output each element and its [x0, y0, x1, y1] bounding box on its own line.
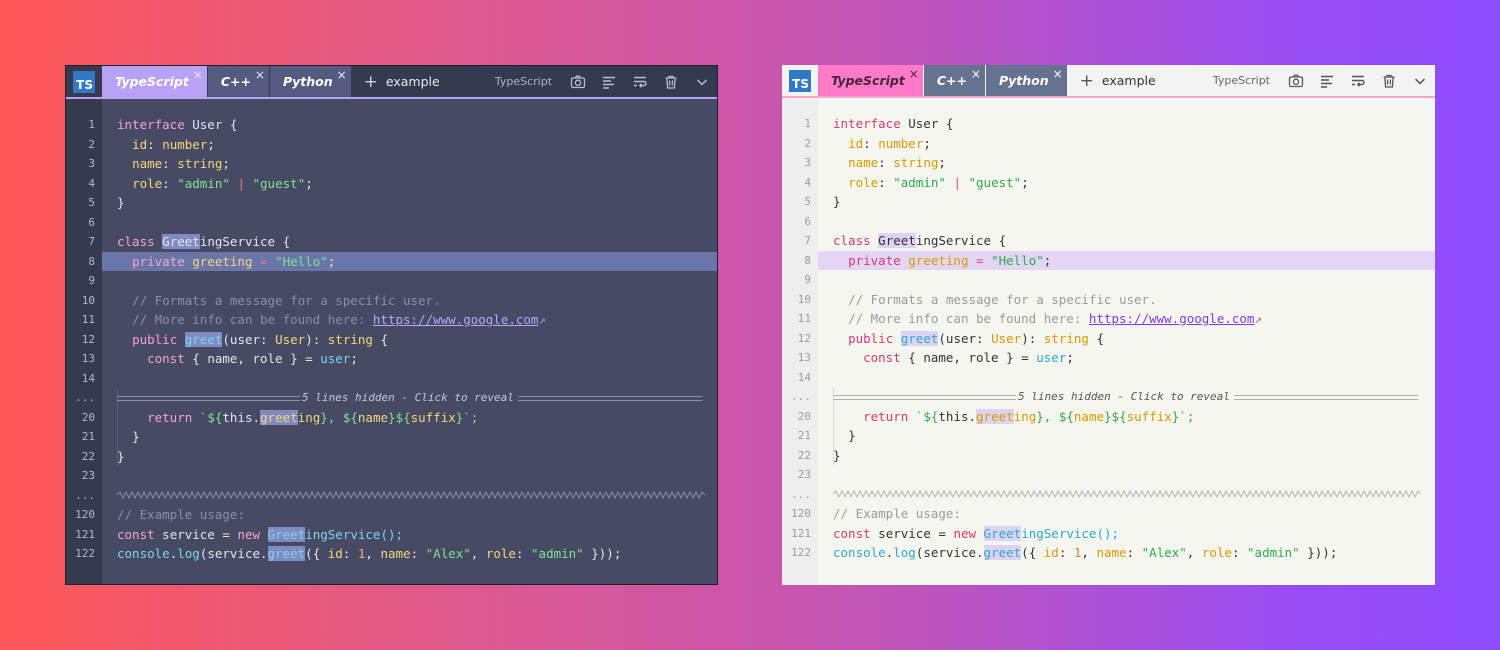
language-label[interactable]: TypeScript: [495, 66, 562, 97]
wrap-icon[interactable]: [624, 66, 655, 97]
camera-icon[interactable]: [562, 66, 593, 97]
code-line: 11 // More info can be found here: https…: [81, 312, 546, 327]
tab-name-label[interactable]: example: [386, 66, 440, 97]
editor-dark: TS TypeScript × C++ × Python × + example Ty…: [65, 65, 718, 585]
code-link[interactable]: https://www.google.com: [1089, 311, 1255, 326]
close-icon[interactable]: ×: [1053, 67, 1063, 81]
tab-typescript[interactable]: TypeScript ×: [818, 65, 924, 96]
format-icon[interactable]: [1311, 65, 1342, 96]
code-line: 23: [81, 469, 95, 482]
code-line: 12 public greet(user: User): string {: [81, 331, 388, 347]
code-line: 20 return `${this.greeting}, ${name}${su…: [797, 408, 1195, 424]
code-line: 13 const { name, role } = user;: [81, 351, 358, 366]
code-area[interactable]: 1 interface User { 2 id: number; 3 name: …: [66, 115, 717, 564]
tab-python[interactable]: Python ×: [985, 65, 1068, 96]
code-line: 9: [804, 273, 811, 286]
wavy-divider: [117, 490, 705, 499]
code-line-highlighted: 8 private greeting = "Hello";: [66, 251, 717, 271]
tab-cpp[interactable]: C++ ×: [923, 65, 986, 96]
code-line: 21 }: [797, 428, 856, 443]
code-line: 5}: [804, 194, 841, 209]
code-line: 22}: [797, 447, 841, 463]
trash-icon[interactable]: [1373, 65, 1404, 96]
code-line: 14: [797, 370, 811, 384]
external-link-icon: ↗: [538, 312, 546, 327]
code-line: 11 // More info can be found here: https…: [797, 311, 1262, 326]
format-icon[interactable]: [593, 66, 624, 97]
code-line: 1 interface User {: [88, 117, 238, 132]
code-line: 122 console.log(service.greet({ id: 1, na…: [791, 545, 1338, 560]
wavy-divider: [833, 489, 1421, 498]
code-line: 122 console.log(service.greet({ id: 1, na…: [75, 546, 622, 561]
code-line: 5}: [88, 195, 125, 210]
chevron-down-icon[interactable]: [1404, 65, 1435, 96]
close-icon[interactable]: ×: [255, 68, 265, 82]
code-line: 6: [88, 215, 95, 229]
wrap-icon[interactable]: [1342, 65, 1373, 96]
code-line: 2 id: number;: [88, 136, 215, 152]
close-icon[interactable]: ×: [337, 68, 347, 82]
add-tab-button[interactable]: +: [1068, 65, 1102, 96]
code-line: 4 role: "admin" | "guest";: [88, 175, 313, 191]
code-line: 7 class GreetingService {: [88, 234, 291, 249]
code-line: 7 class GreetingService {: [804, 233, 1007, 248]
code-line: 4 role: "admin" | "guest";: [804, 174, 1029, 190]
close-icon[interactable]: ×: [193, 68, 203, 82]
tab-bar: TS TypeScript × C++ × Python × + example Ty…: [782, 65, 1435, 98]
fold-placeholder[interactable]: ... 5 lines hidden - Click to reveal: [782, 387, 1435, 407]
typescript-logo-icon: TS: [782, 65, 818, 96]
code-line: 3 name: string;: [88, 156, 230, 171]
code-line: 120// Example usage:: [75, 507, 245, 522]
code-line-highlighted: 8 private greeting = "Hello";: [782, 250, 1435, 270]
close-icon[interactable]: ×: [971, 67, 981, 81]
code-line: 10 // Formats a message for a specific u…: [797, 291, 1157, 307]
fold-collapsed-marker[interactable]: ...: [66, 486, 717, 506]
close-icon[interactable]: ×: [909, 67, 919, 81]
tab-typescript[interactable]: TypeScript ×: [102, 66, 208, 97]
code-line: 12 public greet(user: User): string {: [797, 330, 1104, 346]
fold-collapsed-marker[interactable]: ...: [782, 485, 1435, 505]
trash-icon[interactable]: [655, 66, 686, 97]
tab-cpp[interactable]: C++ ×: [207, 66, 270, 97]
camera-icon[interactable]: [1280, 65, 1311, 96]
code-line: 23: [797, 468, 811, 481]
code-line: 10 // Formats a message for a specific u…: [81, 292, 441, 308]
code-line: 13 const { name, role } = user;: [797, 350, 1074, 365]
external-link-icon: ↗: [1254, 311, 1262, 326]
code-area[interactable]: 1 interface User { 2 id: number; 3 name: …: [782, 114, 1435, 563]
tab-name-label[interactable]: example: [1102, 65, 1156, 96]
code-link[interactable]: https://www.google.com: [373, 312, 539, 327]
code-line: 6: [804, 214, 811, 228]
fold-placeholder[interactable]: ... 5 lines hidden - Click to reveal: [66, 388, 717, 408]
tab-bar: TS TypeScript × C++ × Python × + example Ty…: [66, 66, 717, 99]
code-line: 120// Example usage:: [791, 506, 961, 521]
add-tab-button[interactable]: +: [352, 66, 386, 97]
code-line: 2 id: number;: [804, 135, 931, 151]
code-line: 9: [88, 274, 95, 287]
tab-python[interactable]: Python ×: [269, 66, 352, 97]
code-line: 21 }: [81, 429, 140, 444]
code-line: 22}: [81, 448, 125, 464]
code-line: 1 interface User {: [804, 116, 954, 131]
editor-light: TS TypeScript × C++ × Python × + example Ty…: [782, 65, 1435, 585]
chevron-down-icon[interactable]: [686, 66, 717, 97]
code-line: 121 const service = new GreetingService()…: [791, 525, 1120, 541]
code-line: 20 return `${this.greeting}, ${name}${su…: [81, 409, 479, 425]
code-line: 3 name: string;: [804, 155, 946, 170]
typescript-logo-icon: TS: [66, 66, 102, 97]
code-line: 14: [81, 371, 95, 385]
code-line: 121 const service = new GreetingService()…: [75, 526, 404, 542]
language-label[interactable]: TypeScript: [1213, 65, 1280, 96]
